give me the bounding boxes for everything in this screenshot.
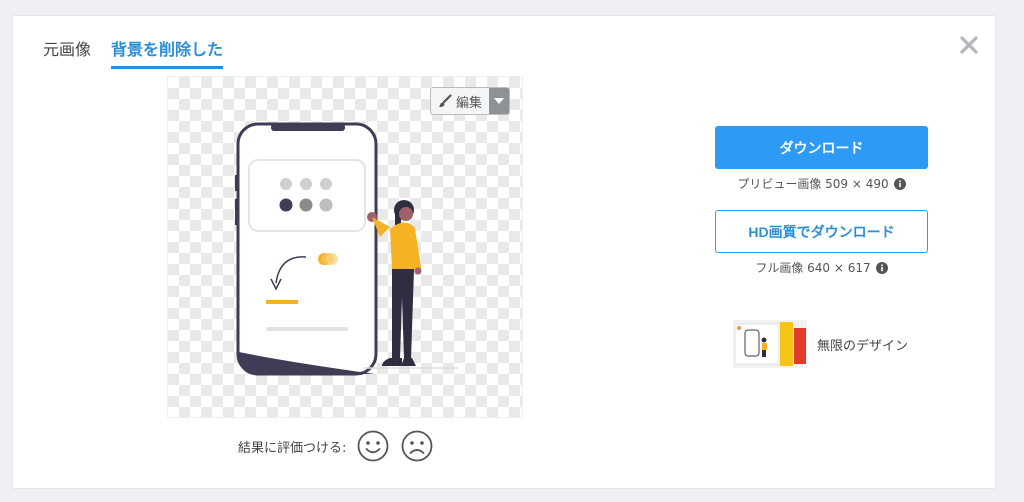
info-icon[interactable] bbox=[893, 177, 906, 190]
edit-label: 編集 bbox=[456, 95, 483, 111]
info-icon[interactable] bbox=[875, 261, 888, 274]
caret-down-icon bbox=[494, 98, 505, 104]
tab-original-image[interactable]: 元画像 bbox=[43, 36, 91, 64]
full-size-text: フル画像 640 × 617 bbox=[755, 261, 871, 275]
rating-label: 結果に評価つける: bbox=[238, 440, 347, 456]
designs-thumbnail bbox=[733, 320, 807, 368]
edit-dropdown-button[interactable] bbox=[489, 88, 510, 114]
smiley-happy-icon[interactable] bbox=[356, 429, 390, 463]
rating-bar: 結果に評価つける: bbox=[238, 429, 434, 463]
full-size-info: フル画像 640 × 617 bbox=[715, 259, 928, 276]
brush-icon bbox=[438, 94, 452, 107]
edit-button-group: 編集 bbox=[430, 87, 511, 115]
promo-label: 無限のデザイン bbox=[817, 338, 909, 354]
tab-background-removed[interactable]: 背景を削除した bbox=[111, 36, 224, 69]
result-panel: 元画像 背景を削除した 編集 結果に評価つける: ダウンロード プリビュー画像 … bbox=[12, 15, 996, 489]
result-preview: 編集 bbox=[167, 76, 523, 418]
download-button[interactable]: ダウンロード bbox=[715, 126, 928, 169]
close-button[interactable] bbox=[957, 33, 981, 57]
edit-button[interactable]: 編集 bbox=[431, 88, 489, 114]
preview-size-info: プリビュー画像 509 × 490 bbox=[715, 175, 928, 192]
close-icon bbox=[960, 36, 978, 54]
preview-size-text: プリビュー画像 509 × 490 bbox=[737, 177, 889, 191]
unlimited-designs-promo[interactable]: 無限のデザイン bbox=[733, 320, 908, 368]
result-image bbox=[235, 122, 458, 376]
smiley-sad-icon[interactable] bbox=[400, 429, 434, 463]
hd-download-button[interactable]: HD画質でダウンロード bbox=[715, 210, 928, 253]
